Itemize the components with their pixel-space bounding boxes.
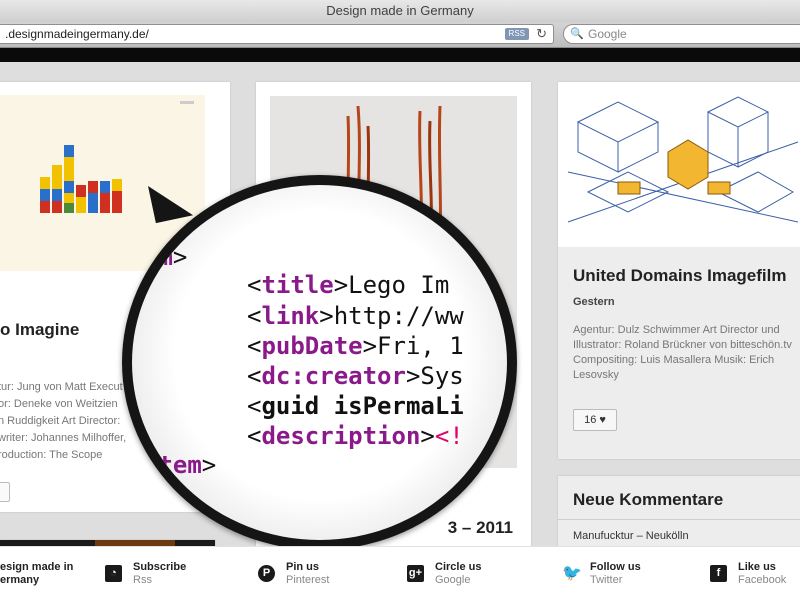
footer-link-label: Circle us — [435, 561, 482, 573]
code-token: >http://ww — [319, 302, 464, 330]
rss-badge[interactable]: RSS — [504, 28, 529, 40]
post-credits-united-domains: Agentur: Dulz Schwimmer Art Director und… — [573, 324, 792, 381]
footer-link-sub: Rss — [133, 574, 152, 586]
facebook-icon: f — [710, 565, 727, 582]
divider — [558, 519, 800, 520]
code-token: link — [261, 302, 320, 330]
code-token: em — [144, 243, 173, 271]
code-token: description — [261, 422, 421, 450]
code-line: item> — [144, 451, 216, 479]
code-token: < — [247, 392, 262, 420]
code-token: >Sys — [405, 362, 464, 390]
post-date: Gestern — [573, 296, 615, 308]
code-line: <pubDate>Fri, 1 — [247, 332, 464, 360]
search-icon: 🔍 — [570, 28, 584, 40]
footer-brand[interactable]: esign made in ermany — [0, 561, 73, 587]
footer-link-sub: Facebook — [738, 574, 787, 586]
search-placeholder: Google — [588, 27, 627, 41]
code-token: < — [247, 302, 262, 330]
code-line: <link>http://ww — [247, 302, 464, 330]
post-card-united-domains[interactable]: United Domains Imagefilm Gestern Agentur… — [558, 82, 800, 459]
code-token: < — [247, 362, 262, 390]
like-button-united-domains[interactable]: 16 ♥ — [573, 409, 617, 431]
address-bar-url: .designmadeingermany.de/ — [5, 27, 149, 41]
code-token: > — [420, 422, 435, 450]
pinterest-icon: P — [258, 565, 275, 582]
footer-link-sub: Pinterest — [286, 574, 330, 586]
code-token: guid isPermaLi — [261, 392, 464, 420]
code-token: > — [172, 243, 188, 271]
code-token: title — [261, 271, 334, 299]
code-token: > — [201, 451, 217, 479]
footer-link-label: Like us — [738, 561, 776, 573]
footer-link-label: Subscribe — [133, 561, 187, 573]
like-button-lego[interactable]: ♥ — [0, 482, 10, 502]
code-line: <dc:creator>Sys — [247, 362, 464, 390]
window-title: Design made in Germany — [0, 0, 800, 22]
code-line: <description><! — [247, 422, 464, 450]
post-title-united-domains[interactable]: United Domains Imagefilm — [573, 266, 786, 286]
code-token: <! — [434, 422, 464, 450]
social-footer: esign made in ermany ◔ Subscribe Rss P P… — [0, 546, 800, 600]
code-token: < — [247, 271, 262, 299]
footer-link-label: Pin us — [286, 561, 320, 573]
code-token: < — [247, 422, 262, 450]
comments-widget: Neue Kommentare Manufucktur – Neukölln — [558, 476, 800, 546]
isometric-city-image — [567, 94, 799, 229]
code-line: em> — [144, 243, 187, 271]
footer-brand-line: ermany — [0, 574, 40, 586]
code-line: <title>Lego Im — [247, 271, 449, 299]
footer-link-sub: Twitter — [590, 574, 623, 586]
post-thumbnail-united-domains[interactable] — [558, 82, 800, 247]
code-token: item — [144, 451, 202, 479]
reload-icon[interactable]: ↻ — [536, 25, 547, 43]
code-token: >Lego Im — [333, 271, 450, 299]
search-field[interactable]: 🔍 Google — [563, 24, 800, 44]
site-header-bar — [0, 48, 800, 62]
magnifier-lens: em> <title>Lego Im <link>http://ww <pubDate… — [122, 175, 517, 550]
comments-title: Neue Kommentare — [573, 490, 724, 509]
code-line: <guid isPermaLi — [247, 392, 464, 420]
address-bar[interactable]: .designmadeingermany.de/ RSS ↻ — [0, 24, 554, 44]
rss-icon: ◔ — [105, 565, 122, 582]
footer-brand-line: esign made in — [0, 561, 74, 573]
browser-toolbar: .designmadeingermany.de/ RSS ↻ 🔍 Google — [0, 22, 800, 48]
twitter-icon: 🐦 — [562, 565, 582, 582]
code-token: dc:creator — [261, 362, 406, 390]
footer-link-sub: Google — [435, 574, 471, 586]
code-token: pubDate — [261, 332, 363, 360]
post-title-lego[interactable]: o Imagine — [0, 320, 79, 340]
code-token: < — [247, 332, 262, 360]
code-token: >Fri, 1 — [362, 332, 464, 360]
magnified-rss-code: em> <title>Lego Im <link>http://ww <pubDate… — [132, 185, 507, 540]
footer-link-label: Follow us — [590, 561, 641, 573]
comment-item[interactable]: Manufucktur – Neukölln — [573, 530, 689, 542]
google-plus-icon: g+ — [407, 565, 424, 582]
